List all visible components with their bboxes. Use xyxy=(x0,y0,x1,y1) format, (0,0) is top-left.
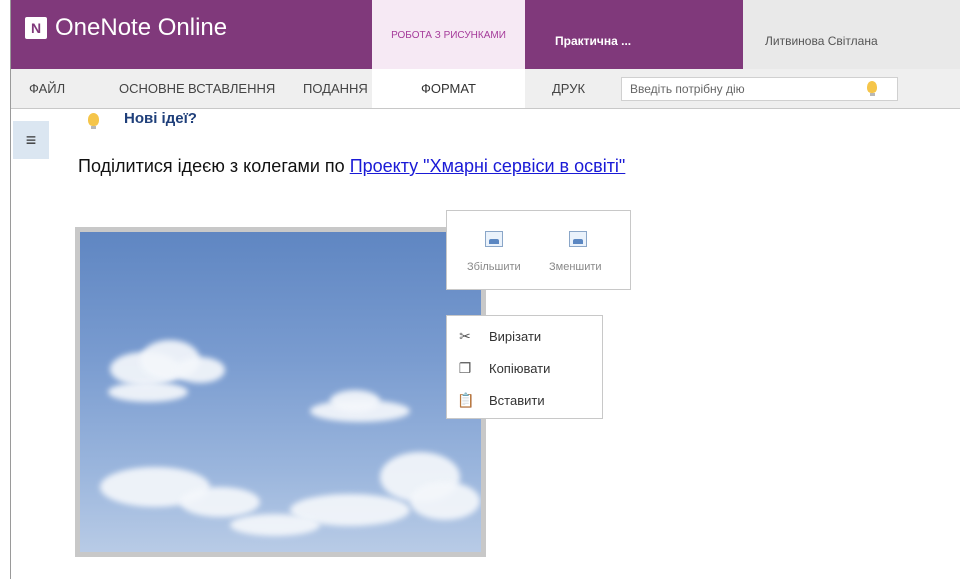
share-text: Поділитися ідеєю з колегами по xyxy=(78,156,350,176)
shrink-picture-icon xyxy=(569,231,587,247)
tab-file[interactable]: ФАЙЛ xyxy=(29,81,65,96)
tab-format-label: ФОРМАТ xyxy=(421,81,476,96)
copy-icon: ❐ xyxy=(458,360,472,376)
ribbon-tabs: ФАЙЛ ОСНОВНЕ ВСТАВЛЕННЯ ПОДАННЯ ФОРМАТ Д… xyxy=(11,69,960,109)
cloud xyxy=(410,482,480,520)
cloud xyxy=(230,514,320,536)
tab-view[interactable]: ПОДАННЯ xyxy=(303,81,368,96)
menu-item-cut-label: Вирізати xyxy=(489,329,542,344)
tab-print[interactable]: ДРУК xyxy=(552,81,585,96)
user-account[interactable]: Литвинова Світлана xyxy=(743,0,960,69)
navigation-menu-button[interactable]: ≡ xyxy=(13,121,49,159)
cloud xyxy=(330,390,380,412)
menu-item-copy[interactable]: ❐ Копіювати xyxy=(447,356,602,382)
hamburger-icon: ≡ xyxy=(25,129,37,150)
menu-item-paste-label: Вставити xyxy=(489,393,545,408)
enlarge-picture-icon xyxy=(485,231,503,247)
idea-lightbulb-base xyxy=(91,126,96,129)
cloud xyxy=(108,382,188,402)
scissors-icon: ✂ xyxy=(459,328,471,344)
sky-photo xyxy=(80,232,481,552)
tab-insert[interactable]: ВСТАВЛЕННЯ xyxy=(188,81,275,96)
lightbulb-icon xyxy=(867,81,877,93)
context-menu: ✂ Вирізати ❐ Копіювати 📋 Вставити xyxy=(446,315,603,419)
app-name: OneNote Online xyxy=(55,14,228,41)
search-input[interactable] xyxy=(630,81,850,97)
onenote-logo-icon: N xyxy=(25,17,47,39)
menu-item-paste[interactable]: 📋 Вставити xyxy=(447,388,602,414)
selected-image[interactable] xyxy=(75,227,486,557)
note-text[interactable]: Поділитися ідеєю з колегами по Проекту "… xyxy=(78,156,625,177)
document-title-text: Практична ... xyxy=(555,34,632,48)
menu-item-cut[interactable]: ✂ Вирізати xyxy=(447,324,602,350)
context-tab-label: РОБОТА З РИСУНКАМИ xyxy=(391,30,506,41)
user-name: Литвинова Світлана xyxy=(765,34,878,48)
enlarge-button[interactable]: Збільшити xyxy=(459,221,529,281)
idea-lightbulb-icon xyxy=(88,113,99,126)
tell-me-search[interactable] xyxy=(621,77,898,101)
paste-icon: 📋 xyxy=(457,392,475,408)
shrink-button[interactable]: Зменшити xyxy=(543,221,618,281)
shrink-label: Зменшити xyxy=(549,261,602,273)
tab-format[interactable]: ФОРМАТ xyxy=(372,69,525,108)
document-title[interactable]: Практична ... xyxy=(525,0,743,69)
window-frame-left xyxy=(0,0,11,579)
app-logo[interactable]: N OneNote Online xyxy=(25,14,227,42)
cloud xyxy=(180,487,260,517)
tab-home[interactable]: ОСНОВНЕ xyxy=(119,81,185,96)
lightbulb-base xyxy=(870,93,875,96)
image-size-panel: Збільшити Зменшити xyxy=(446,210,631,290)
context-tab-picture-tools: РОБОТА З РИСУНКАМИ xyxy=(372,0,525,69)
cloud xyxy=(175,357,225,383)
enlarge-label: Збільшити xyxy=(467,261,521,273)
page-title[interactable]: Нові ідеї? xyxy=(124,110,197,127)
menu-item-copy-label: Копіювати xyxy=(489,361,551,376)
project-link[interactable]: Проекту "Хмарні сервіси в освіті" xyxy=(350,156,626,176)
